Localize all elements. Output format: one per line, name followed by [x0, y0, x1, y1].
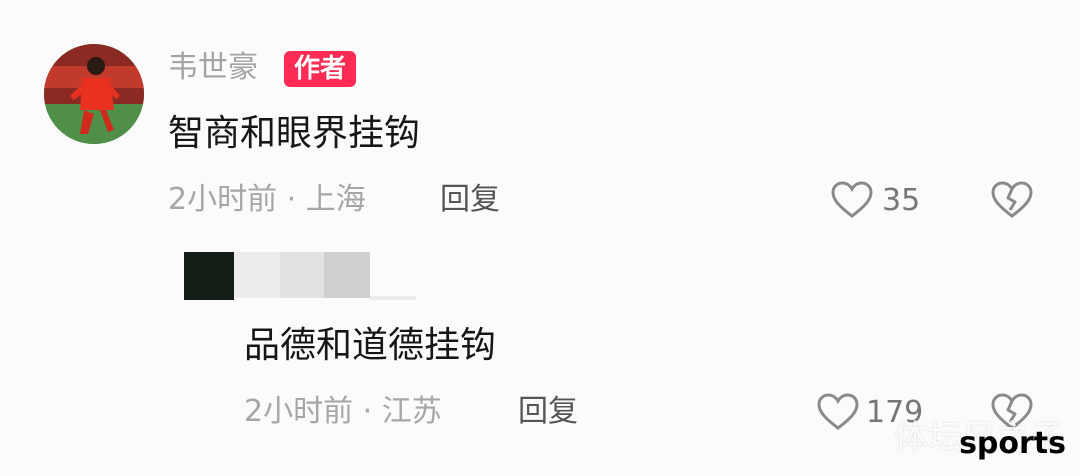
reply-text: 品德和道德挂钩	[244, 325, 497, 366]
reply-button[interactable]: 回复	[518, 394, 578, 430]
broken-heart-icon[interactable]	[990, 180, 1034, 220]
author-avatar[interactable]	[44, 44, 144, 144]
masked-underline	[370, 296, 416, 300]
like-count: 35	[882, 183, 921, 218]
author-badge: 作者	[284, 51, 357, 87]
watermark-en: sports	[959, 426, 1066, 461]
reply-button[interactable]: 回复	[440, 182, 500, 218]
heart-outline-icon[interactable]	[830, 180, 874, 220]
reply-user-name-masked	[324, 252, 370, 298]
reply-meta: 2小时前 · 江苏	[244, 394, 442, 429]
reply-user-avatar-masked[interactable]	[184, 252, 234, 300]
author-name[interactable]: 韦世豪	[168, 50, 258, 86]
reply-user-name-masked[interactable]	[234, 252, 280, 298]
comment-thread: 韦世豪 作者 智商和眼界挂钩 2小时前 · 上海 回复 35 品德和道德挂钩 2…	[0, 0, 1080, 476]
avatar-image	[44, 44, 144, 144]
comment-meta: 2小时前 · 上海	[168, 182, 366, 217]
reply-user-name-masked	[280, 252, 324, 298]
comment-text: 智商和眼界挂钩	[168, 113, 421, 154]
heart-outline-icon[interactable]	[816, 392, 860, 432]
